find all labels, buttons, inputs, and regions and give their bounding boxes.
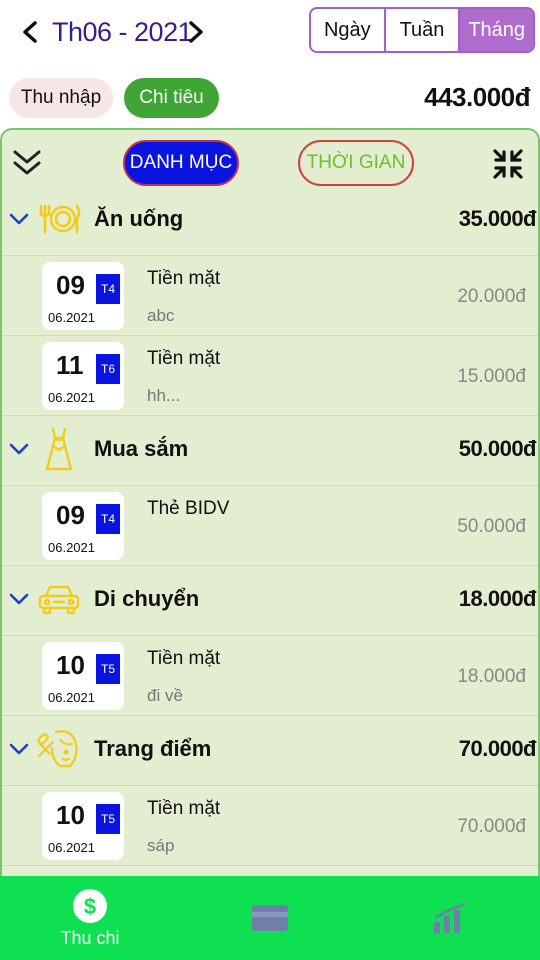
group-by-time-button[interactable]: THỜI GIAN — [298, 140, 414, 186]
category-row-trang-diem[interactable]: Trang điểm 70.000đ — [2, 716, 538, 786]
weekday-badge: T5 — [96, 804, 120, 834]
transaction-row[interactable]: 10 T5 06.2021 Tiền mặt đi về 18.000đ — [2, 636, 538, 716]
transactions-panel: DANH MỤC THỜI GIAN Ăn uống 35.000đ 09 T4… — [0, 128, 540, 876]
chevron-left-icon — [23, 21, 37, 43]
nav-chart[interactable] — [390, 876, 510, 960]
weekday-badge: T5 — [96, 654, 120, 684]
month-label[interactable]: Th06 - 2021 — [52, 14, 193, 50]
collapse-icon[interactable] — [492, 148, 524, 180]
transaction-note: abc — [147, 306, 175, 325]
transaction-row[interactable]: 09 T4 06.2021 Thẻ BIDV 50.000đ — [2, 486, 538, 566]
date-card: 09 T4 06.2021 — [42, 492, 124, 560]
date-month-year: 06.2021 — [48, 840, 95, 855]
car-icon — [38, 585, 80, 615]
transaction-note: đi về — [147, 686, 183, 705]
payment-method: Tiền mặt — [147, 798, 221, 819]
category-name: Trang điểm — [94, 736, 212, 761]
category-row-mua-sam[interactable]: Mua sắm 50.000đ — [2, 416, 538, 486]
date-month-year: 06.2021 — [48, 540, 95, 555]
category-name: Di chuyển — [94, 586, 200, 611]
transaction-amount: 70.000đ — [457, 816, 526, 837]
header: Th06 - 2021 Ngày Tuần Tháng — [0, 0, 540, 66]
dollar-icon: $ — [73, 888, 107, 923]
chart-icon — [434, 902, 466, 933]
income-tab[interactable]: Thu nhập — [9, 78, 113, 118]
category-name: Ăn uống — [94, 206, 184, 231]
transaction-note: hh... — [147, 386, 181, 405]
next-month-button[interactable] — [182, 14, 210, 50]
chevron-down-icon[interactable] — [8, 588, 30, 610]
category-row-di-chuyen[interactable]: Di chuyển 18.000đ — [2, 566, 538, 636]
period-day-tab[interactable]: Ngày — [311, 9, 386, 51]
date-day: 09 — [56, 270, 85, 300]
chevron-right-icon — [189, 21, 203, 43]
category-amount: 50.000đ — [458, 436, 537, 461]
transaction-row[interactable]: 11 T6 06.2021 Tiền mặt hh... 15.000đ — [2, 336, 538, 416]
payment-method: Tiền mặt — [147, 268, 221, 289]
weekday-badge: T4 — [96, 504, 120, 534]
group-by-category-button[interactable]: DANH MỤC — [123, 140, 239, 186]
weekday-badge: T4 — [96, 274, 120, 304]
chevron-down-icon[interactable] — [8, 438, 30, 460]
payment-method: Tiền mặt — [147, 648, 221, 669]
expand-all-icon[interactable] — [12, 148, 42, 178]
date-month-year: 06.2021 — [48, 310, 95, 325]
period-month-tab[interactable]: Tháng — [460, 9, 533, 51]
transaction-amount: 50.000đ — [457, 516, 526, 537]
chevron-down-icon[interactable] — [8, 208, 30, 230]
category-name: Mua sắm — [94, 436, 189, 461]
date-day: 11 — [56, 350, 84, 380]
prev-month-button[interactable] — [16, 14, 44, 50]
nav-thu-chi[interactable]: $ Thu chi — [30, 876, 150, 960]
weekday-badge: T6 — [96, 354, 120, 384]
period-week-tab[interactable]: Tuần — [386, 9, 461, 51]
transaction-row[interactable]: 10 T5 06.2021 Tiền mặt sáp 70.000đ — [2, 786, 538, 866]
date-day: 09 — [56, 500, 85, 530]
category-amount: 35.000đ — [458, 206, 537, 231]
date-month-year: 06.2021 — [48, 690, 95, 705]
date-card: 11 T6 06.2021 — [42, 342, 124, 410]
date-card: 10 T5 06.2021 — [42, 642, 124, 710]
transaction-row[interactable]: 09 T4 06.2021 Tiền mặt abc 20.000đ — [2, 256, 538, 336]
category-amount: 18.000đ — [458, 586, 537, 611]
dining-icon — [39, 204, 81, 234]
dress-icon — [45, 427, 73, 471]
date-month-year: 06.2021 — [48, 390, 95, 405]
date-day: 10 — [56, 650, 85, 680]
transaction-note: sáp — [147, 836, 175, 855]
makeup-icon — [37, 730, 78, 768]
card-icon — [252, 905, 288, 931]
category-row-an-uong[interactable]: Ăn uống 35.000đ — [2, 186, 538, 256]
bottom-nav: $ Thu chi — [0, 876, 540, 960]
category-amount: 70.000đ — [458, 736, 537, 761]
payment-method: Tiền mặt — [147, 348, 221, 369]
transaction-amount: 18.000đ — [457, 666, 526, 687]
expense-tab[interactable]: Chi tiêu — [124, 78, 219, 118]
date-card: 09 T4 06.2021 — [42, 262, 124, 330]
nav-card[interactable] — [210, 876, 330, 960]
transaction-amount: 15.000đ — [457, 366, 526, 387]
period-selector: Ngày Tuần Tháng — [309, 7, 535, 53]
date-day: 10 — [56, 800, 85, 830]
chevron-down-icon[interactable] — [8, 738, 30, 760]
nav-label: Thu chi — [60, 927, 120, 948]
svg-text:$: $ — [84, 894, 96, 919]
payment-method: Thẻ BIDV — [147, 498, 230, 519]
date-card: 10 T5 06.2021 — [42, 792, 124, 860]
transaction-amount: 20.000đ — [457, 286, 526, 307]
total-amount: 443.000đ — [424, 82, 530, 112]
